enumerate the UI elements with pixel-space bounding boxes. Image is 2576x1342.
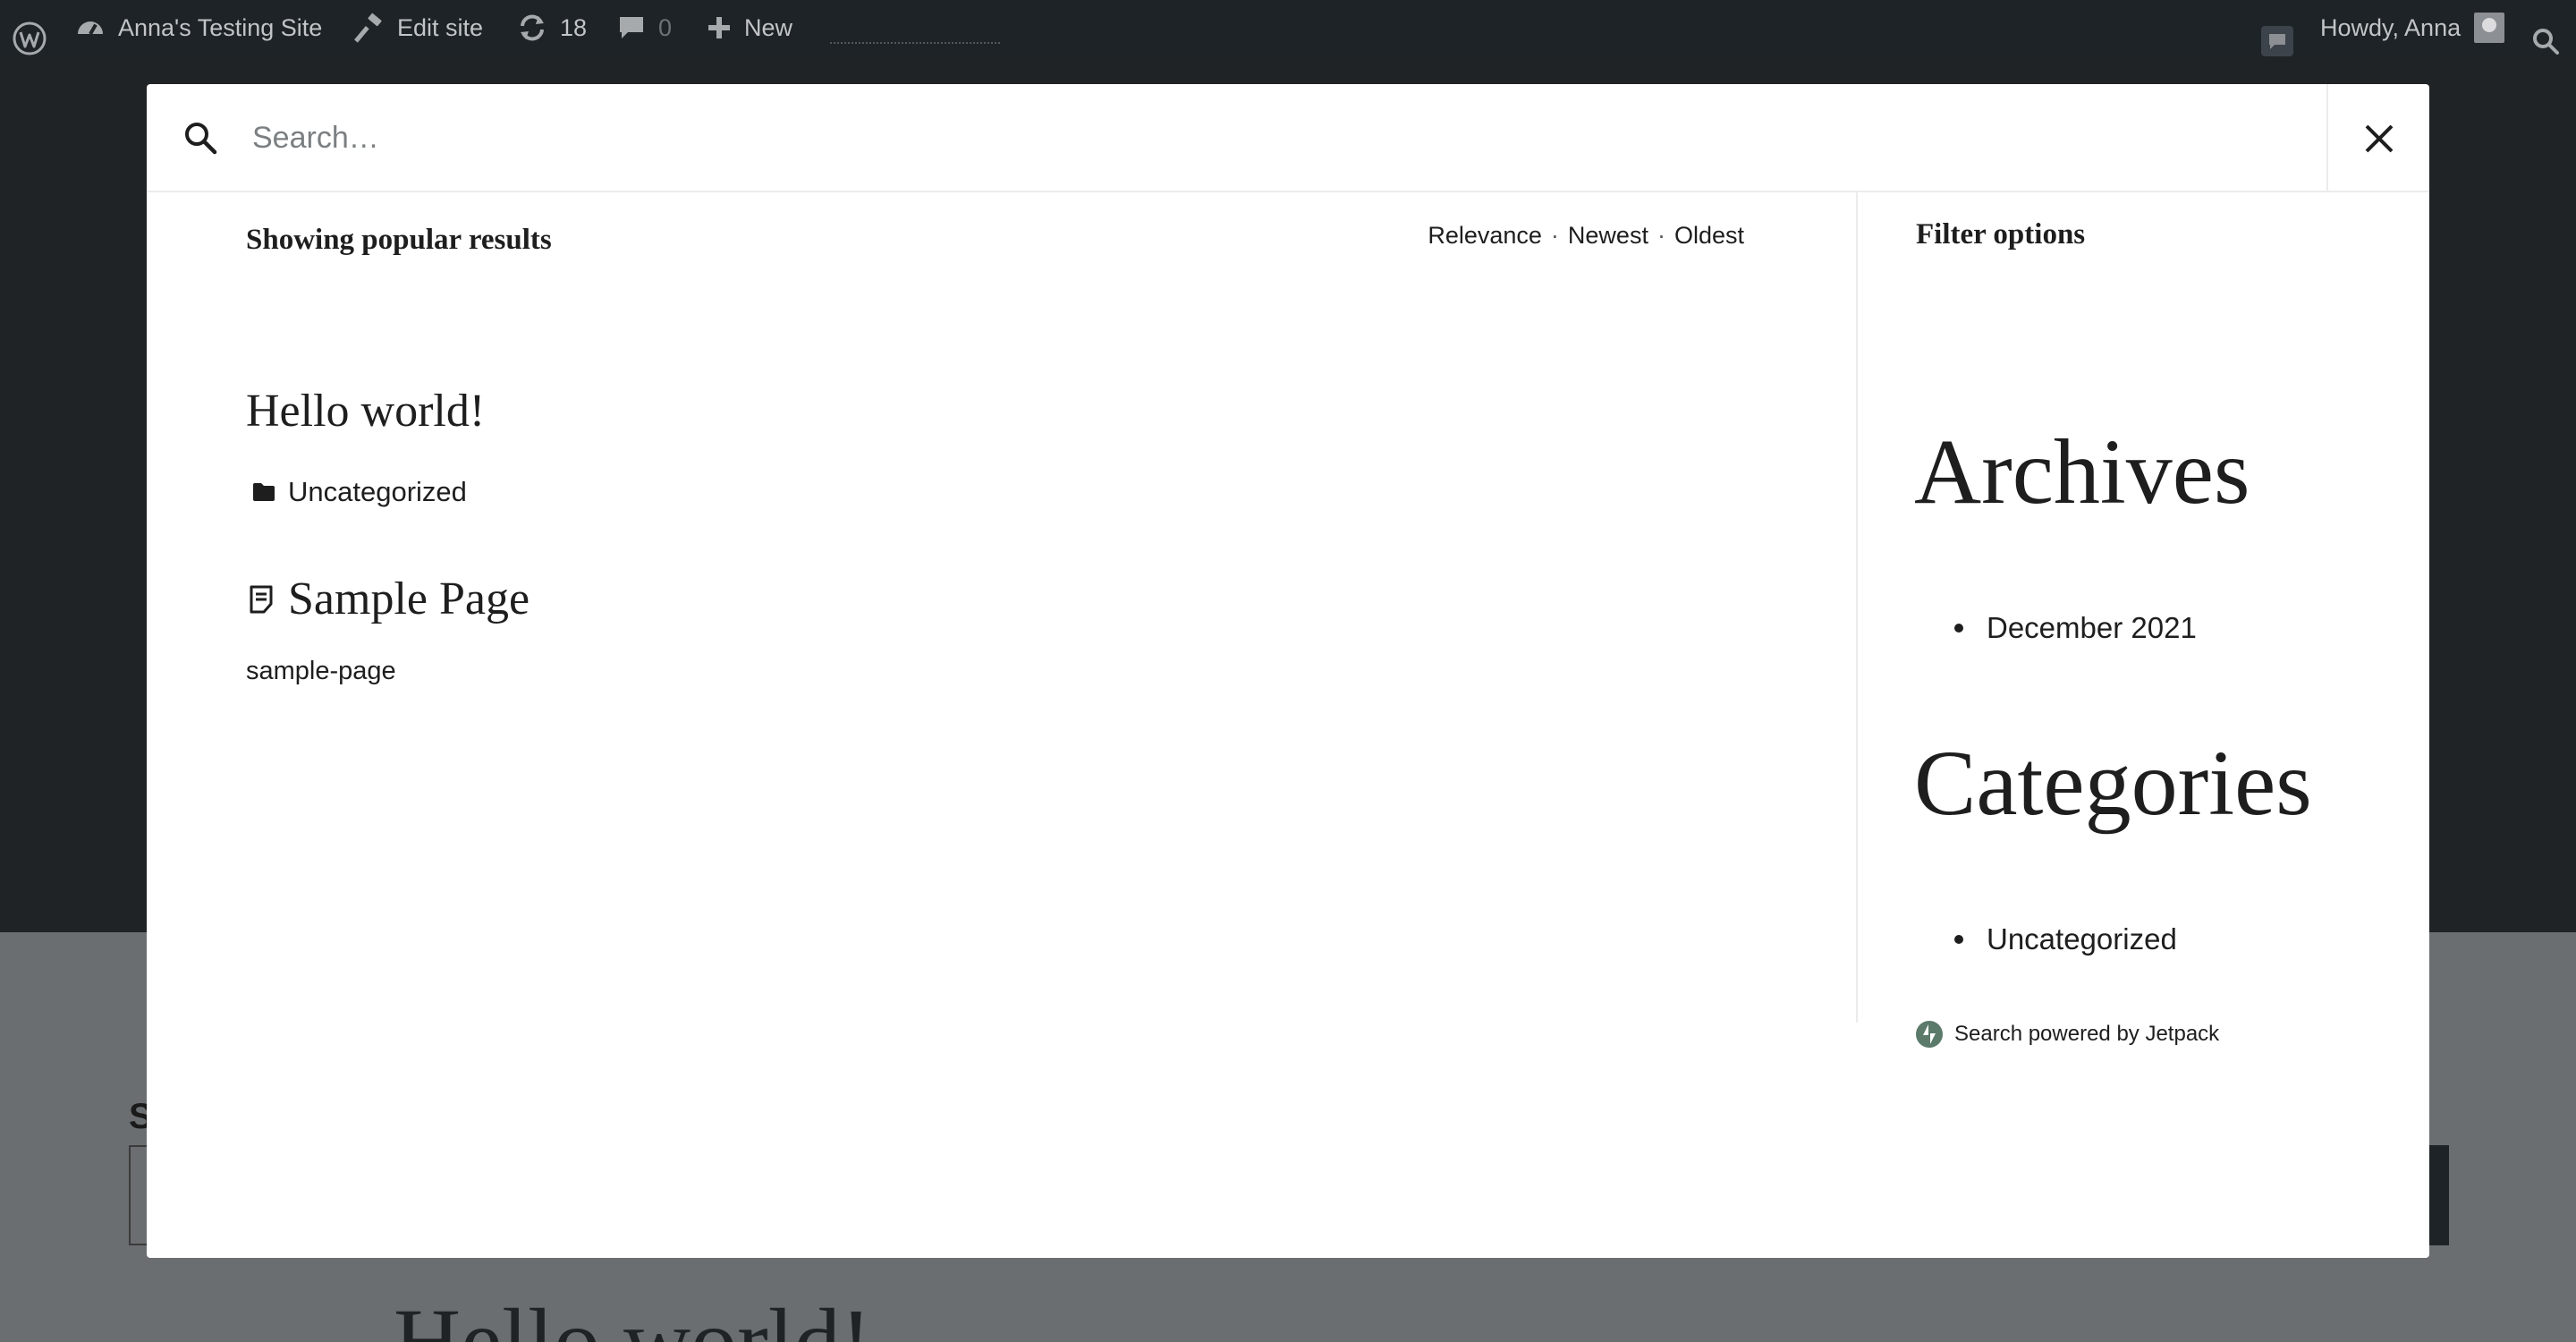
result-category: Uncategorized xyxy=(252,476,467,508)
results-heading: Showing popular results xyxy=(246,224,552,256)
category-item[interactable]: Uncategorized xyxy=(1954,922,2177,956)
result-category-label[interactable]: Uncategorized xyxy=(288,476,467,508)
sort-newest[interactable]: Newest xyxy=(1568,222,1648,250)
admin-bar: Anna's Testing Site Edit site 18 0 New H… xyxy=(0,0,2576,56)
search-icon xyxy=(182,120,218,160)
plus-icon xyxy=(708,17,730,38)
sort-separator: · xyxy=(1550,222,1559,249)
close-button[interactable] xyxy=(2326,84,2429,192)
wordpress-logo-icon[interactable] xyxy=(13,11,47,66)
my-account-link[interactable]: Howdy, Anna xyxy=(2320,0,2461,55)
edit-site-link[interactable]: Edit site xyxy=(354,0,483,55)
notifications-icon[interactable] xyxy=(2261,13,2293,69)
filter-heading: Filter options xyxy=(1916,218,2086,251)
sort-separator: · xyxy=(1657,222,1665,249)
result-sample-page: Sample Page xyxy=(249,573,530,625)
powered-by-label: Search powered by Jetpack xyxy=(1954,1022,2220,1046)
jetpack-icon xyxy=(1916,1021,1943,1048)
hammer-icon xyxy=(354,13,382,43)
dashboard-icon xyxy=(78,21,103,35)
sort-options: Relevance · Newest · Oldest xyxy=(1428,222,1744,250)
result-slug: sample-page xyxy=(246,657,396,685)
search-modal: Showing popular results Relevance · Newe… xyxy=(147,84,2429,1258)
site-name-link[interactable]: Anna's Testing Site xyxy=(75,0,322,55)
edit-site-label: Edit site xyxy=(397,13,484,41)
categories-title: Categories xyxy=(1914,732,2312,835)
comments-count: 0 xyxy=(658,13,673,41)
result-title-hello-world[interactable]: Hello world! xyxy=(246,385,485,437)
search-input[interactable] xyxy=(252,106,2220,170)
background-post-heading: Hello world! xyxy=(394,1290,872,1342)
result-title-sample-page[interactable]: Sample Page xyxy=(288,573,530,625)
folder-icon xyxy=(253,483,275,501)
comment-icon xyxy=(620,17,643,38)
archive-item[interactable]: December 2021 xyxy=(1954,611,2197,645)
sort-relevance[interactable]: Relevance xyxy=(1428,222,1542,250)
site-name-label: Anna's Testing Site xyxy=(118,13,323,41)
updates-link[interactable]: 18 xyxy=(517,0,587,55)
avatar[interactable] xyxy=(2474,13,2504,43)
close-icon xyxy=(2365,124,2393,152)
archives-title: Archives xyxy=(1914,420,2250,523)
new-content-link[interactable]: New xyxy=(707,0,792,55)
admin-bar-placeholder xyxy=(830,41,1000,44)
jetpack-credit-link[interactable]: Search powered by Jetpack xyxy=(1915,1020,2219,1049)
comments-link[interactable]: 0 xyxy=(617,0,672,55)
updates-icon xyxy=(521,14,544,41)
updates-count: 18 xyxy=(560,13,588,41)
howdy-label: Howdy, Anna xyxy=(2320,13,2462,41)
search-bar xyxy=(147,84,2429,192)
page-icon xyxy=(250,585,273,613)
sort-oldest[interactable]: Oldest xyxy=(1674,222,1744,250)
admin-search-icon[interactable] xyxy=(2531,13,2560,69)
new-label: New xyxy=(744,13,793,41)
filter-divider xyxy=(1856,192,1858,1023)
